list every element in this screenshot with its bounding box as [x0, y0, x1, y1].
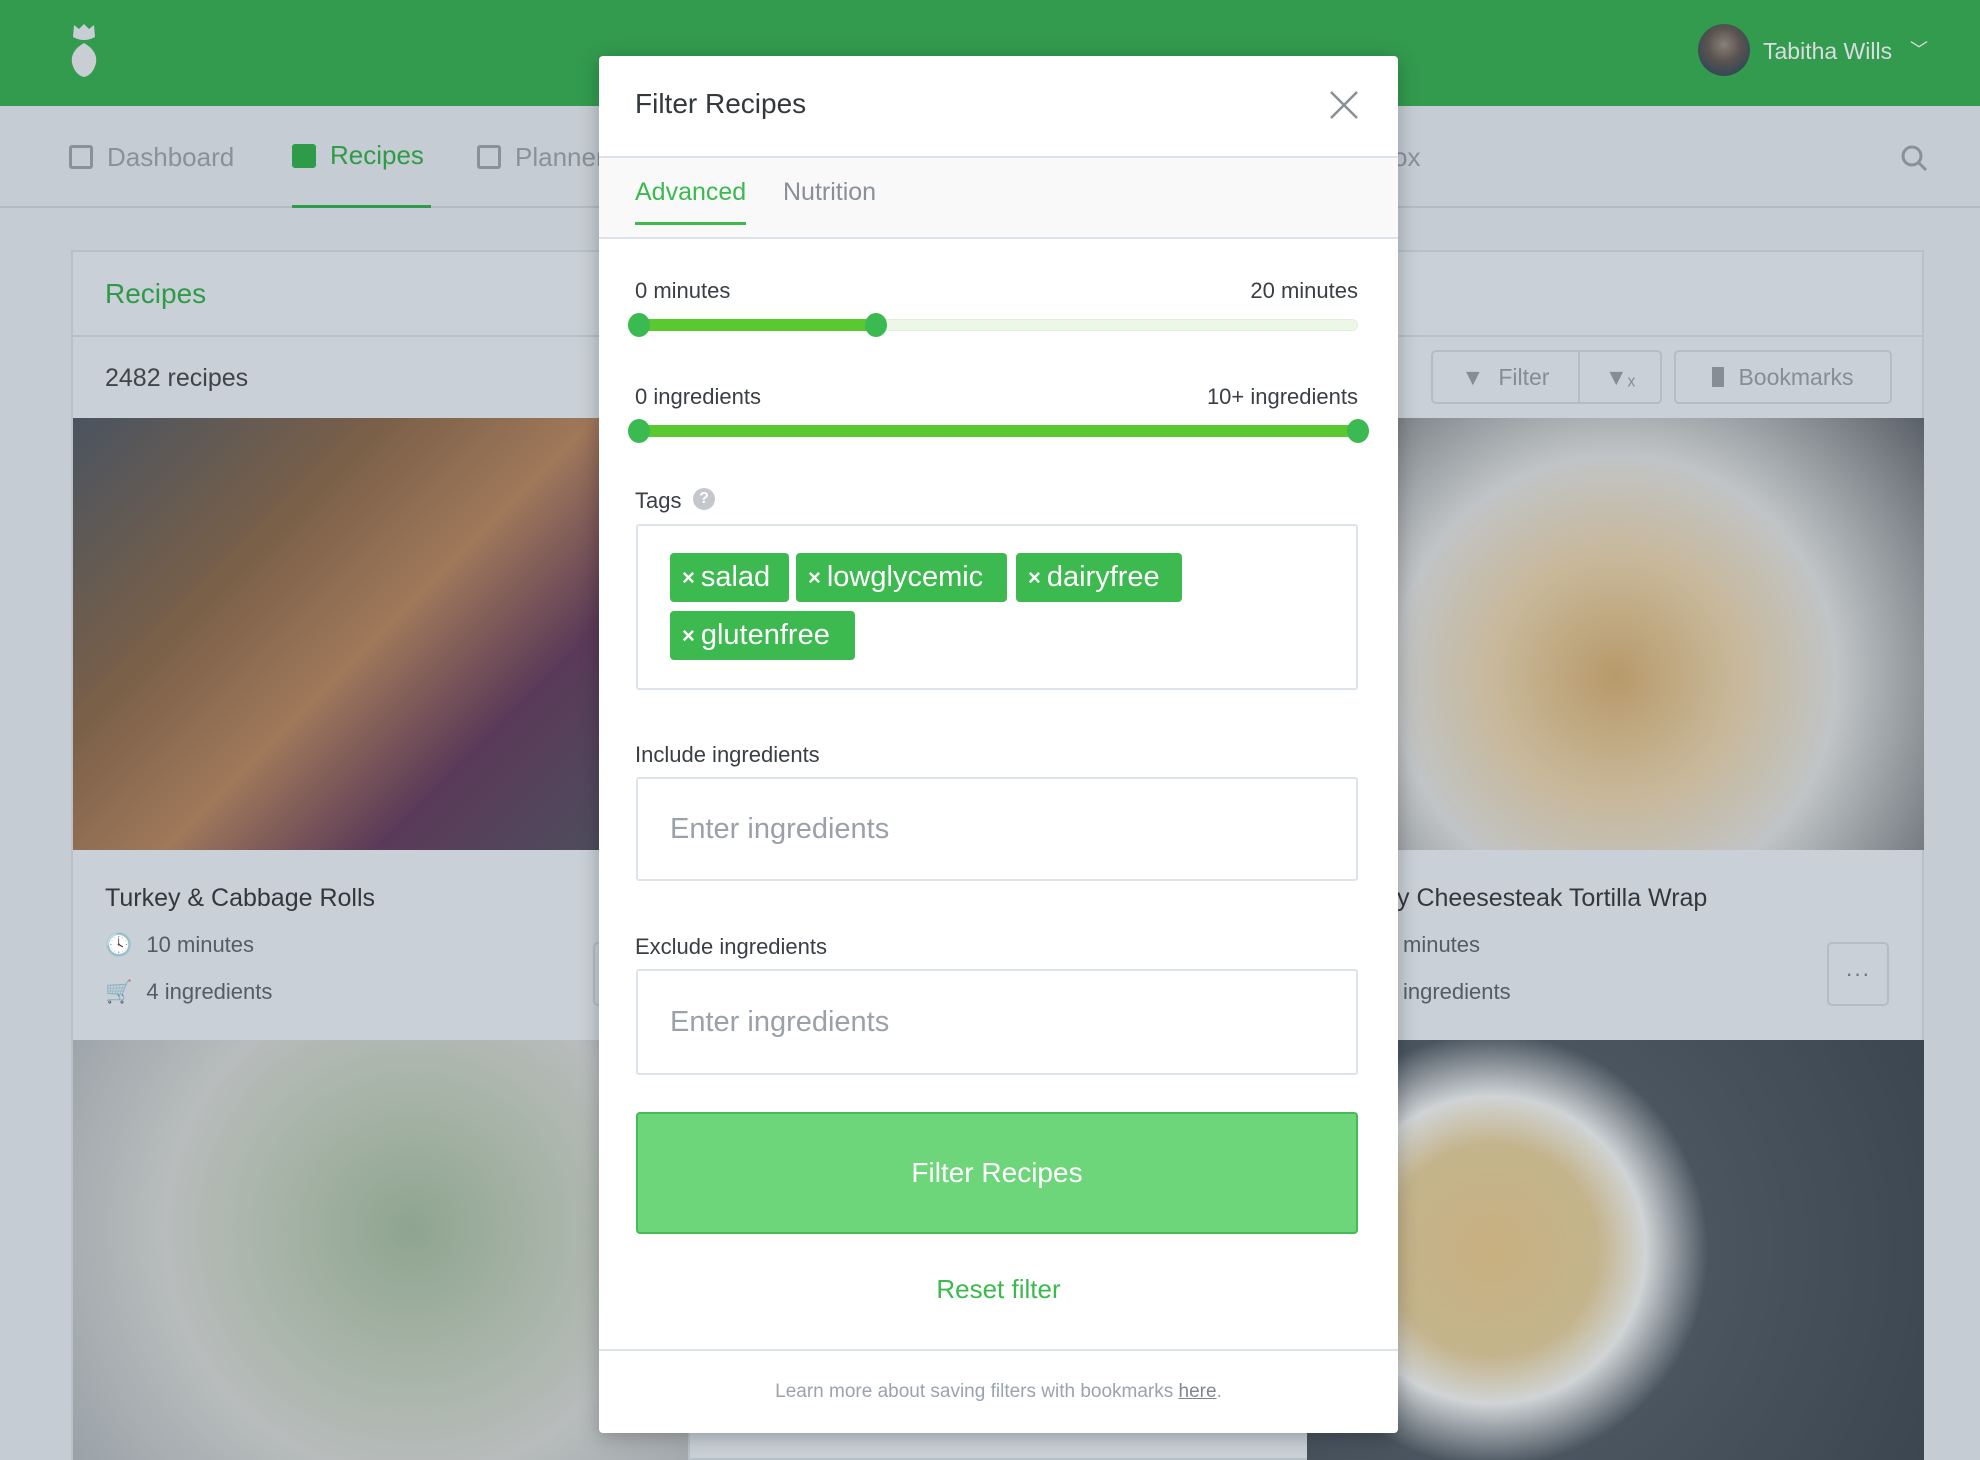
tray-icon: [292, 143, 316, 168]
submit-label: Filter Recipes: [911, 1157, 1083, 1188]
more-button[interactable]: ···: [1827, 942, 1889, 1006]
ingredients-text: 4 ingredients: [146, 979, 273, 1004]
clear-filter-button[interactable]: ▼ₓ: [1578, 350, 1662, 404]
placeholder: Enter ingredients: [670, 812, 890, 845]
help-icon[interactable]: ?: [693, 488, 715, 510]
bookmarks-button[interactable]: Bookmarks: [1674, 350, 1892, 404]
include-label: Include ingredients: [635, 742, 820, 767]
tags-input[interactable]: × salad × lowglycemic × dairyfree × glutenfr…: [636, 524, 1358, 690]
ingredients-text: ingredients: [1403, 979, 1511, 1004]
time-max-label: 20 minutes: [1250, 278, 1358, 303]
ingredients-slider-high-handle[interactable]: [1347, 419, 1369, 443]
time-slider-high-handle[interactable]: [865, 313, 888, 337]
time-slider-low-handle[interactable]: [628, 313, 650, 337]
modal-title: Filter Recipes: [635, 88, 807, 119]
tag-label: salad: [700, 561, 771, 593]
tab-bar: Advanced Nutrition: [599, 156, 1398, 239]
nav-label: Dashboard: [107, 141, 235, 172]
recipe-card[interactable]: Turkey & Cabbage Rolls 🕓 10 minutes 🛒 4 in…: [73, 418, 690, 1460]
panel-title: Recipes: [105, 278, 207, 309]
close-icon[interactable]: [1329, 90, 1359, 120]
logo-icon[interactable]: [69, 23, 99, 77]
avatar[interactable]: [1698, 24, 1750, 76]
filter-modal: Filter Recipes Advanced Nutrition 0 minu…: [599, 56, 1398, 1433]
tag-label: dairyfree: [1046, 561, 1160, 593]
ingredients-max-label: 10+ ingredients: [1206, 384, 1358, 409]
placeholder: Enter ingredients: [670, 1005, 890, 1038]
recipe-time: 🕓 10 minutes: [105, 932, 254, 958]
time-min-label: 0 minutes: [635, 278, 731, 303]
recipe-image[interactable]: [1307, 1040, 1924, 1460]
dashboard-icon: [69, 145, 93, 169]
bookmarks-label: Bookmarks: [1738, 363, 1854, 390]
recipe-count: 2482 recipes: [105, 364, 249, 392]
recipe-time: minutes: [1403, 932, 1480, 958]
nav-recipes[interactable]: Recipes: [292, 106, 431, 208]
recipe-image[interactable]: [1307, 418, 1924, 850]
recipe-title[interactable]: y Cheesesteak Tortilla Wrap: [1397, 884, 1707, 913]
recipe-ingredients: ingredients: [1403, 979, 1511, 1005]
reset-label: Reset filter: [936, 1274, 1061, 1304]
clear-filter-icon: ▼ₓ: [1604, 363, 1636, 390]
filter-label: Filter: [1498, 363, 1550, 390]
tag-label: glutenfree: [700, 619, 830, 651]
recipe-card[interactable]: y Cheesesteak Tortilla Wrap minutes ingr…: [1307, 418, 1924, 1460]
divider: [599, 1349, 1398, 1351]
tag-label: lowglycemic: [826, 561, 984, 593]
remove-tag-icon[interactable]: ×: [682, 565, 695, 591]
reset-filter-link[interactable]: Reset filter: [599, 1274, 1398, 1305]
recipe-image[interactable]: [73, 1040, 688, 1460]
tag-chip[interactable]: × lowglycemic: [796, 553, 1007, 602]
search-icon[interactable]: [1900, 144, 1928, 172]
ingredients-slider-low-handle[interactable]: [628, 419, 650, 443]
remove-tag-icon[interactable]: ×: [808, 565, 821, 591]
cart-icon: 🛒: [105, 979, 133, 1004]
ingredients-slider-fill: [639, 425, 1358, 437]
time-text: minutes: [1403, 932, 1481, 957]
tag-chip[interactable]: × dairyfree: [1016, 553, 1182, 602]
ingredients-min-label: 0 ingredients: [635, 384, 761, 409]
remove-tag-icon[interactable]: ×: [1028, 565, 1041, 591]
include-ingredients-input[interactable]: Enter ingredients: [636, 777, 1358, 881]
time-text: 10 minutes: [146, 932, 255, 957]
recipe-title[interactable]: Turkey & Cabbage Rolls: [105, 884, 375, 913]
user-name[interactable]: Tabitha Wills: [1763, 38, 1892, 65]
filter-button[interactable]: ▼ Filter: [1431, 350, 1580, 404]
recipe-image[interactable]: [73, 418, 688, 850]
tab-advanced[interactable]: Advanced: [635, 178, 747, 225]
tab-nutrition[interactable]: Nutrition: [783, 178, 876, 207]
exclude-label: Exclude ingredients: [635, 934, 828, 959]
footer-period: .: [1216, 1381, 1222, 1402]
exclude-ingredients-input[interactable]: Enter ingredients: [636, 969, 1358, 1075]
recipe-ingredients: 🛒 4 ingredients: [105, 979, 272, 1005]
bookmark-icon: [1712, 367, 1725, 387]
help-link[interactable]: here: [1179, 1381, 1217, 1402]
filter-recipes-button[interactable]: Filter Recipes: [636, 1112, 1358, 1234]
nav-dashboard[interactable]: Dashboard: [69, 106, 234, 208]
calendar-icon: [477, 145, 501, 169]
tag-chip[interactable]: × glutenfree: [670, 611, 855, 660]
clock-icon: 🕓: [105, 932, 133, 957]
nav-label: Recipes: [330, 140, 424, 170]
time-slider-fill: [639, 319, 877, 331]
nav-planner[interactable]: Planner: [477, 106, 605, 208]
tags-label: Tags: [635, 488, 682, 513]
nav-label: Planner: [515, 141, 605, 172]
funnel-icon: ▼: [1461, 363, 1485, 390]
chevron-down-icon[interactable]: ﹀: [1910, 36, 1928, 62]
remove-tag-icon[interactable]: ×: [682, 623, 695, 649]
tag-chip[interactable]: × salad: [670, 553, 789, 602]
footer-text: Learn more about saving filters with boo…: [599, 1381, 1398, 1403]
footer-message: Learn more about saving filters with boo…: [775, 1381, 1179, 1402]
